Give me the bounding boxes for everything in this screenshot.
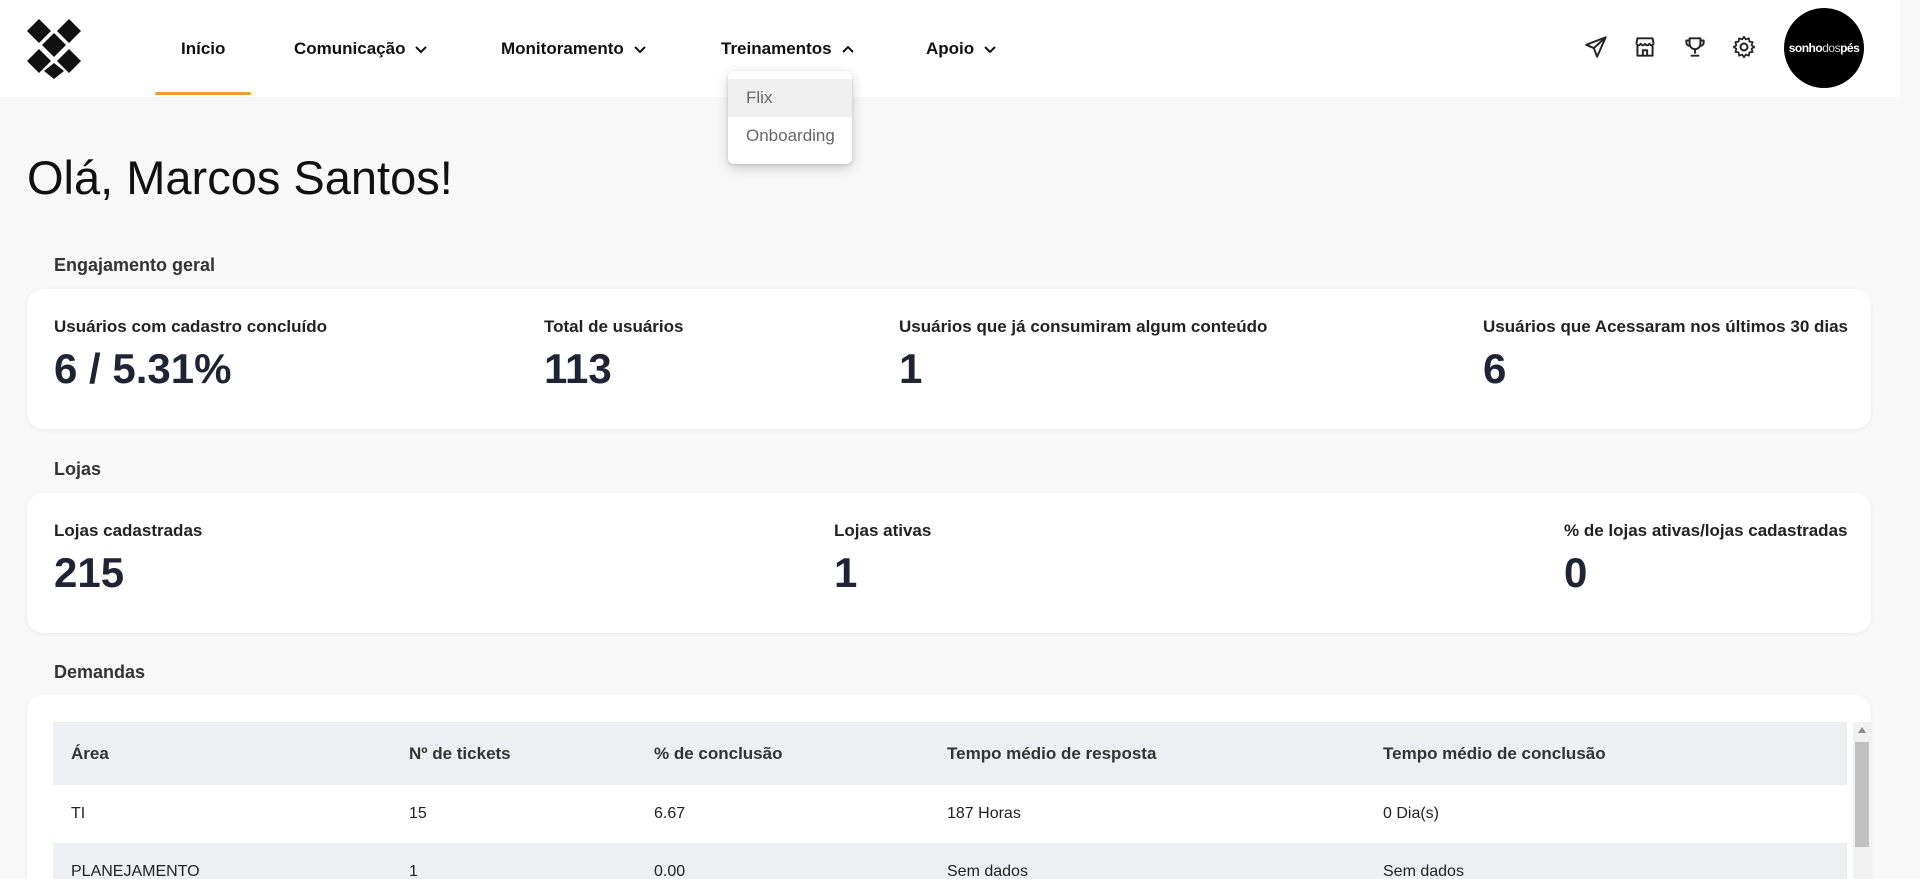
chevron-up-icon (841, 45, 854, 53)
table-cell: 187 Horas (947, 805, 1021, 822)
table-header-row: Área Nº de tickets % de conclusão Tempo … (53, 722, 1847, 785)
nav-apoio-label: Apoio (926, 38, 975, 58)
trophy-icon[interactable] (1678, 30, 1712, 64)
metric-value: 6 (1483, 345, 1507, 392)
metric-value: 113 (544, 345, 612, 392)
metric-total-usuarios: Total de usuários 113 (544, 317, 684, 393)
nav-inicio-label: Início (181, 38, 226, 58)
page-greeting: Olá, Marcos Santos! (27, 151, 453, 204)
scroll-up-arrow-icon[interactable] (1858, 727, 1866, 733)
column-header-area[interactable]: Área (53, 722, 391, 785)
metric-acessaram-30-dias: Usuários que Acessaram nos últimos 30 di… (1483, 317, 1848, 393)
column-header-tickets[interactable]: Nº de tickets (391, 722, 636, 785)
metric-value: 215 (54, 549, 125, 596)
metric-lojas-ativas: Lojas ativas 1 (834, 521, 931, 597)
section-title-demandas: Demandas (54, 662, 146, 682)
metric-consumiram-conteudo: Usuários que já consumiram algum conteúd… (899, 317, 1267, 393)
table-row: PLANEJAMENTO 1 0.00 Sem dados Sem dados (53, 843, 1847, 879)
table-cell: 15 (409, 805, 427, 822)
table-cell: PLANEJAMENTO (53, 843, 391, 879)
gear-icon[interactable] (1727, 30, 1761, 64)
section-title-lojas: Lojas (54, 459, 102, 479)
avatar-brand-part1: sonho (1788, 41, 1823, 55)
column-header-tempo-resposta[interactable]: Tempo médio de resposta (929, 722, 1365, 785)
send-icon[interactable] (1579, 30, 1613, 64)
metric-value: 6 / 5.31% (54, 345, 232, 392)
demandas-card: Área Nº de tickets % de conclusão Tempo … (27, 695, 1871, 879)
demandas-table-container: Área Nº de tickets % de conclusão Tempo … (53, 722, 1847, 879)
column-header-conclusao[interactable]: % de conclusão (636, 722, 929, 785)
metric-value: 1 (834, 549, 858, 596)
nav-comunicacao-label: Comunicação (294, 38, 406, 58)
table-cell: Sem dados (1365, 843, 1847, 879)
menu-item-flix[interactable]: Flix (728, 79, 852, 117)
metric-label: Usuários que já consumiram algum conteúd… (899, 317, 1268, 336)
section-title-engajamento: Engajamento geral (54, 255, 216, 275)
metric-lojas-cadastradas: Lojas cadastradas 215 (54, 521, 202, 597)
metric-label: Total de usuários (544, 317, 684, 336)
table-row: TI 15 6.67 187 Horas 0 Dia(s) (53, 785, 1847, 843)
column-header-tempo-conclusao[interactable]: Tempo médio de conclusão (1365, 722, 1847, 785)
store-icon[interactable] (1628, 30, 1662, 64)
nav-monitoramento[interactable]: Monitoramento (501, 0, 648, 97)
chevron-down-icon (984, 45, 996, 53)
metric-label: Usuários com cadastro concluído (54, 317, 328, 336)
table-cell: Sem dados (929, 843, 1365, 879)
nav-comunicacao[interactable]: Comunicação (294, 0, 429, 97)
table-scrollbar[interactable] (1853, 722, 1871, 879)
engajamento-card: Usuários com cadastro concluído 6 / 5.31… (27, 289, 1871, 429)
app-logo[interactable] (24, 19, 84, 79)
chevron-down-icon (634, 45, 646, 53)
top-navigation-bar: Início Comunicação Monitoramento Treinam… (0, 0, 1900, 97)
nav-treinamentos-label: Treinamentos (721, 38, 832, 58)
metric-label: Lojas ativas (834, 521, 932, 540)
demandas-table: Área Nº de tickets % de conclusão Tempo … (53, 722, 1847, 879)
nav-apoio[interactable]: Apoio (926, 0, 998, 97)
treinamentos-dropdown-menu: Flix Onboarding (728, 71, 852, 164)
table-cell: 1 (391, 843, 636, 879)
metric-label: Usuários que Acessaram nos últimos 30 di… (1483, 317, 1849, 336)
avatar-brand-part2: dos (1822, 41, 1841, 55)
table-cell: 6.67 (654, 805, 686, 822)
metric-label: % de lojas ativas/lojas cadastradas (1564, 521, 1848, 540)
metric-label: Lojas cadastradas (54, 521, 203, 540)
nav-monitoramento-label: Monitoramento (501, 38, 624, 58)
metric-value: 1 (899, 345, 923, 392)
scrollbar-thumb[interactable] (1855, 742, 1869, 847)
menu-item-onboarding[interactable]: Onboarding (728, 117, 852, 155)
table-cell: TI (71, 805, 86, 822)
table-cell: 0.00 (636, 843, 929, 879)
chevron-down-icon (415, 45, 428, 53)
avatar-brand-part3: pés (1840, 41, 1860, 55)
table-cell: 0 Dia(s) (1383, 805, 1440, 822)
lojas-card: Lojas cadastradas 215 Lojas ativas 1 % d… (27, 493, 1871, 633)
metric-value: 0 (1564, 549, 1588, 596)
metric-percentual-lojas-ativas: % de lojas ativas/lojas cadastradas 0 (1564, 521, 1847, 597)
nav-inicio[interactable]: Início (154, 0, 253, 97)
metric-cadastro-concluido: Usuários com cadastro concluído 6 / 5.31… (54, 317, 327, 393)
avatar[interactable]: sonho dos pés (1784, 8, 1864, 88)
